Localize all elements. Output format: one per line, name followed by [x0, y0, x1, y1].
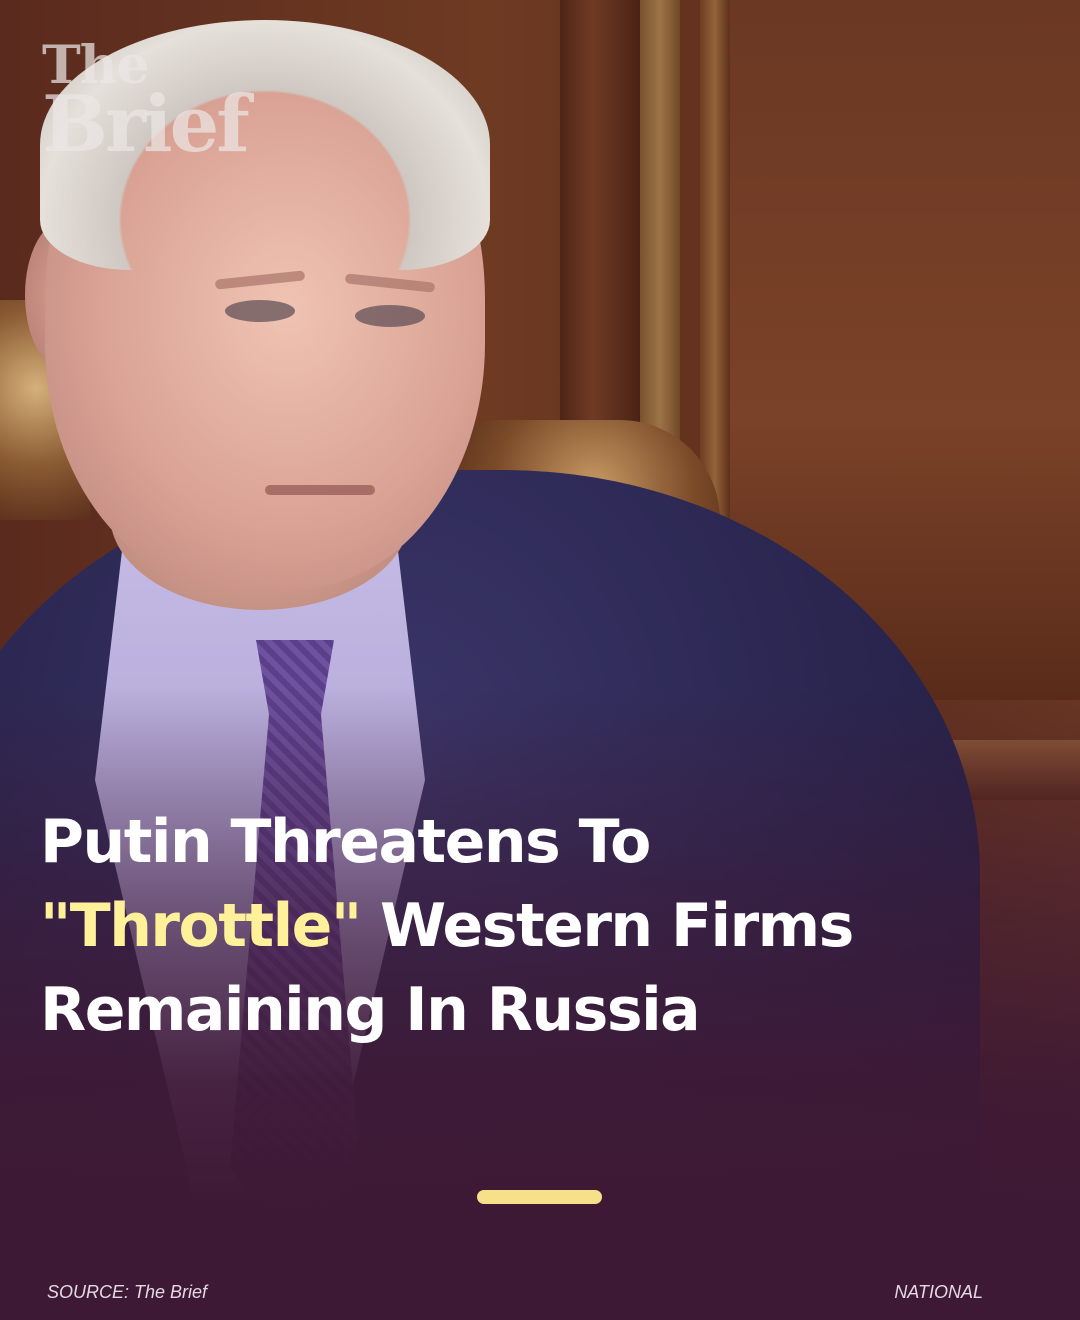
headline: Putin Threatens To "Throttle" Western Fi…	[40, 800, 1040, 1052]
headline-highlight: "Throttle"	[40, 891, 362, 961]
news-card: The Brief Putin Threatens To "Throttle" …	[0, 0, 1080, 1320]
gradient-overlay	[0, 0, 1080, 1320]
headline-line-1: Putin Threatens To	[40, 807, 651, 877]
accent-divider	[477, 1190, 602, 1204]
source-credit: SOURCE: The Brief	[47, 1282, 208, 1302]
headline-line-3: Remaining In Russia	[40, 975, 701, 1045]
brand-logo: The Brief	[42, 40, 250, 170]
logo-line-2: Brief	[42, 79, 250, 170]
headline-line-2: Western Firms	[360, 891, 854, 961]
category-label: NATIONAL	[894, 1282, 983, 1302]
